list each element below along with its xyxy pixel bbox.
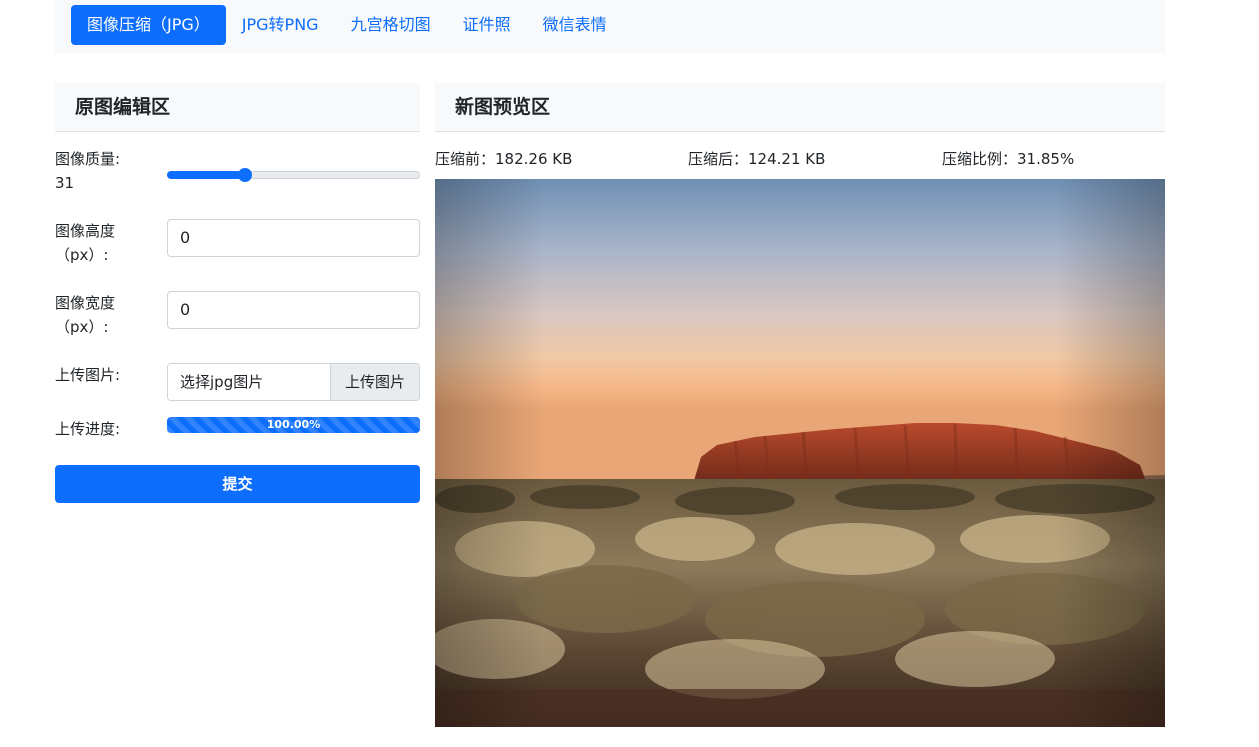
width-label-text: 图像宽度 bbox=[55, 294, 116, 312]
quality-label: 图像质量: 31 bbox=[55, 147, 155, 195]
top-nav: 图像压缩（JPG） JPG转PNG 九宫格切图 证件照 微信表情 bbox=[55, 0, 1165, 53]
upload-group: 选择jpg图片 上传图片 bbox=[167, 363, 420, 401]
width-input[interactable]: 0 bbox=[167, 291, 420, 329]
quality-value: 31 bbox=[55, 174, 75, 192]
tab-jpg-to-png[interactable]: JPG转PNG bbox=[226, 5, 335, 45]
quality-slider[interactable] bbox=[167, 168, 420, 182]
compression-stats: 压缩前：182.26 KB 压缩后：124.21 KB 压缩比例：31.85% bbox=[435, 147, 1165, 171]
slider-fill bbox=[167, 171, 246, 179]
submit-button[interactable]: 提交 bbox=[55, 465, 420, 503]
preview-image bbox=[435, 179, 1165, 727]
progress-label: 上传进度: bbox=[55, 420, 121, 438]
compression-ratio: 压缩比例：31.85% bbox=[942, 150, 1075, 168]
progress-bar: 100.00% bbox=[167, 417, 420, 433]
height-input[interactable]: 0 bbox=[167, 219, 420, 257]
right-panel-title: 新图预览区 bbox=[435, 83, 1165, 132]
size-before: 压缩前：182.26 KB bbox=[435, 150, 573, 168]
upload-label: 上传图片: bbox=[55, 366, 121, 384]
page: 图像压缩（JPG） JPG转PNG 九宫格切图 证件照 微信表情 原图编辑区 图… bbox=[0, 0, 1259, 747]
width-unit: （px）: bbox=[55, 318, 109, 336]
quality-label-text: 图像质量: bbox=[55, 150, 121, 168]
slider-thumb[interactable] bbox=[238, 168, 253, 182]
landscape-photo bbox=[435, 179, 1165, 727]
tab-nine-grid[interactable]: 九宫格切图 bbox=[335, 5, 447, 45]
tab-id-photo[interactable]: 证件照 bbox=[447, 5, 527, 45]
tab-jpg-compress[interactable]: 图像压缩（JPG） bbox=[71, 5, 226, 45]
upload-button[interactable]: 上传图片 bbox=[330, 364, 419, 400]
height-unit: （px）: bbox=[55, 246, 109, 264]
width-label: 图像宽度 （px）: bbox=[55, 291, 155, 339]
tab-wechat-sticker[interactable]: 微信表情 bbox=[527, 5, 623, 45]
upload-progress: 100.00% bbox=[167, 417, 420, 433]
size-after: 压缩后：124.21 KB bbox=[688, 150, 826, 168]
file-select-input[interactable]: 选择jpg图片 bbox=[168, 364, 330, 400]
height-label-text: 图像高度 bbox=[55, 222, 116, 240]
height-label: 图像高度 （px）: bbox=[55, 219, 155, 267]
left-panel-title: 原图编辑区 bbox=[55, 83, 420, 132]
